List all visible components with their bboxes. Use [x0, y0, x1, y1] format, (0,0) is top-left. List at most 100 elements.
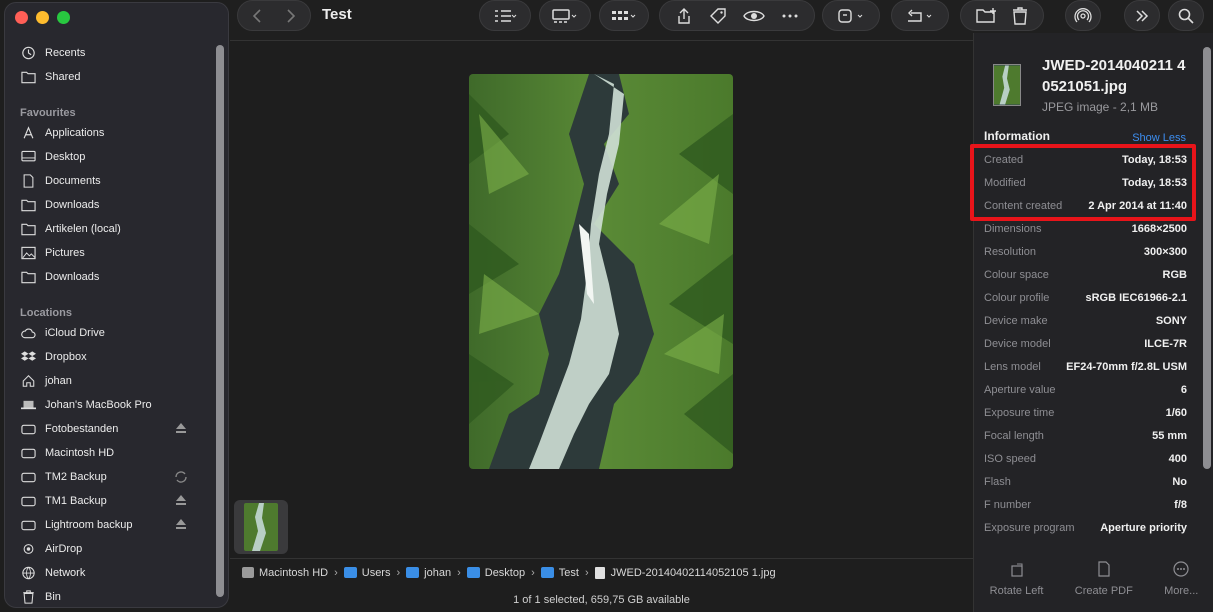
path-item-johan[interactable]: johan — [406, 567, 451, 579]
forward-icon[interactable] — [281, 7, 299, 25]
sidebar-item-bin[interactable]: Bin — [19, 586, 209, 607]
folder-icon — [19, 198, 37, 212]
locations-section-title: Locations — [20, 307, 72, 319]
sidebar-item-label: iCloud Drive — [45, 327, 105, 339]
path-item-desktop[interactable]: Desktop — [466, 567, 525, 579]
metadata-value: 6 — [1180, 383, 1187, 396]
sidebar-item-label: TM1 Backup — [45, 495, 107, 507]
drive-icon — [242, 567, 254, 578]
metadata-key: Lens model — [984, 360, 1041, 373]
more-actions-button[interactable]: More... — [1164, 553, 1198, 612]
folder-icon — [540, 567, 554, 578]
metadata-value: 1668×2500 — [1131, 222, 1187, 235]
more-icon[interactable] — [781, 7, 799, 25]
window-controls — [15, 11, 70, 24]
close-window-button[interactable] — [15, 11, 28, 24]
sidebar-item-home[interactable]: johan — [19, 370, 209, 392]
expand-toolbar-button[interactable] — [1124, 0, 1160, 31]
search-button[interactable] — [1168, 0, 1204, 31]
eject-icon[interactable] — [175, 422, 187, 434]
sidebar-item-applications[interactable]: Applications — [19, 122, 209, 144]
sidebar-item-label: Network — [45, 567, 86, 579]
sidebar-item-artikelen[interactable]: Artikelen (local) — [19, 218, 209, 240]
trash-icon — [19, 590, 37, 604]
sidebar-item-downloads-2[interactable]: Downloads — [19, 266, 209, 288]
path-item-macintosh-hd[interactable]: Macintosh HD — [242, 567, 328, 579]
folder-icon — [343, 567, 357, 578]
sidebar-item-recents[interactable]: Recents — [19, 42, 209, 64]
home-icon — [19, 374, 37, 388]
desktop-icon — [19, 150, 37, 164]
sidebar-item-macbook[interactable]: Johan's MacBook Pro — [19, 394, 209, 416]
sidebar-item-documents[interactable]: Documents — [19, 170, 209, 192]
sidebar-item-pictures[interactable]: Pictures — [19, 242, 209, 264]
sidebar-item-airdrop[interactable]: AirDrop — [19, 538, 209, 560]
sidebar-item-macintosh-hd[interactable]: Macintosh HD — [19, 442, 209, 464]
status-bar: 1 of 1 selected, 659,75 GB available — [513, 594, 690, 606]
new-folder-icon[interactable] — [976, 7, 998, 25]
path-separator: › — [531, 566, 535, 579]
path-label: Users — [361, 566, 391, 579]
sidebar-item-label: Documents — [45, 175, 101, 187]
path-item-file[interactable]: JWED-20140402114052105 1.jpg — [594, 566, 776, 579]
clock-icon — [19, 46, 37, 60]
path-separator: › — [584, 566, 589, 579]
sidebar-item-label: Pictures — [45, 247, 85, 259]
sidebar-item-lightroom[interactable]: Lightroom backup — [19, 514, 209, 536]
path-bar: Macintosh HD › Users › johan › Desktop ›… — [230, 558, 973, 586]
metadata-value: 55 mm — [1152, 429, 1187, 442]
airdrop-icon — [19, 542, 37, 556]
sidebar-item-network[interactable]: Network — [19, 562, 209, 584]
group-button[interactable] — [599, 0, 649, 31]
gallery-view-button[interactable] — [539, 0, 591, 31]
drive-icon — [19, 470, 37, 484]
show-less-link[interactable]: Show Less — [1132, 132, 1186, 144]
back-icon[interactable] — [249, 7, 267, 25]
action-label: Rotate Left — [989, 585, 1044, 597]
minimize-window-button[interactable] — [36, 11, 49, 24]
sidebar-item-downloads[interactable]: Downloads — [19, 194, 209, 216]
eject-icon[interactable] — [175, 494, 187, 506]
image-preview[interactable] — [469, 74, 733, 469]
sidebar-item-tm1[interactable]: TM1 Backup — [19, 490, 209, 512]
markup-button[interactable] — [822, 0, 880, 31]
globe-icon — [19, 566, 37, 580]
sidebar-item-tm2[interactable]: TM2 Backup — [19, 466, 209, 488]
image-file-icon — [594, 566, 605, 579]
eject-icon[interactable] — [175, 518, 187, 530]
thumbnail-selected[interactable] — [234, 500, 288, 554]
path-item-test[interactable]: Test — [540, 567, 579, 579]
sidebar-item-label: TM2 Backup — [45, 471, 107, 483]
action-label: More... — [1164, 585, 1199, 597]
metadata-row: Device model ILCE-7R — [984, 332, 1187, 355]
rotate-icon — [908, 9, 932, 22]
path-separator: › — [396, 566, 401, 579]
tag-icon[interactable] — [709, 7, 727, 25]
sidebar-item-fotobestanden[interactable]: Fotobestanden — [19, 418, 209, 440]
action-buttons-group — [659, 0, 815, 31]
sidebar-item-label: Fotobestanden — [45, 423, 119, 435]
eye-icon[interactable] — [743, 7, 765, 25]
sidebar-item-label: Desktop — [45, 151, 86, 163]
path-item-users[interactable]: Users — [343, 566, 391, 579]
rotate-button[interactable] — [891, 0, 949, 31]
trash-icon[interactable] — [1012, 6, 1028, 25]
list-view-button[interactable] — [479, 0, 531, 31]
sidebar-item-dropbox[interactable]: Dropbox — [19, 346, 209, 368]
metadata-row: Colour space RGB — [984, 263, 1187, 286]
create-pdf-button[interactable]: Create PDF — [1075, 553, 1133, 612]
sidebar-item-desktop[interactable]: Desktop — [19, 146, 209, 168]
quick-actions: Rotate Left Create PDF More... — [974, 553, 1213, 612]
rotate-left-button[interactable]: Rotate Left — [989, 553, 1044, 612]
zoom-window-button[interactable] — [57, 11, 70, 24]
metadata-row: Focal length 55 mm — [984, 424, 1187, 447]
inspector-scrollbar[interactable] — [1203, 47, 1211, 469]
sidebar-item-shared[interactable]: Shared — [19, 66, 209, 88]
airdrop-button[interactable] — [1065, 0, 1101, 31]
sidebar-scrollbar[interactable] — [216, 45, 224, 597]
shared-folder-icon — [19, 70, 37, 84]
airdrop-icon — [1074, 7, 1092, 22]
sidebar-item-icloud[interactable]: iCloud Drive — [19, 322, 209, 344]
metadata-row: Resolution 300×300 — [984, 240, 1187, 263]
share-icon[interactable] — [675, 7, 693, 25]
